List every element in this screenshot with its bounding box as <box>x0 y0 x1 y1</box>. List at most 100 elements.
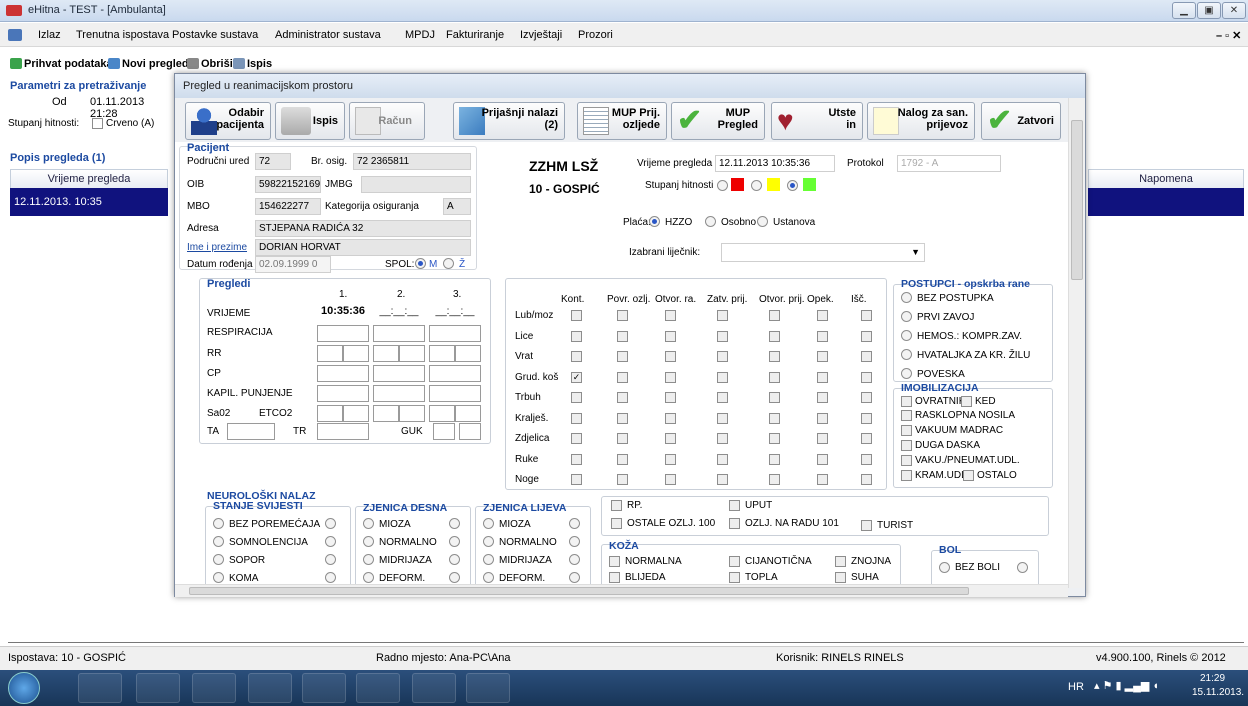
vital-cell[interactable] <box>455 345 481 362</box>
ambulance-icon[interactable] <box>466 673 510 703</box>
media-icon[interactable] <box>192 673 236 703</box>
ljecnik-select[interactable]: ▼ <box>721 243 925 262</box>
vital-cell[interactable] <box>429 365 481 382</box>
maximize-button[interactable]: ▣ <box>1197 2 1221 19</box>
tray-time[interactable]: 21:29 <box>1200 673 1225 684</box>
postupak-radio[interactable] <box>901 292 912 303</box>
placa-ustanova-radio[interactable] <box>757 216 768 227</box>
vrijeme-pregleda-field[interactable]: 12.11.2013 10:35:36 <box>715 155 835 172</box>
sa02-cell[interactable] <box>429 405 455 422</box>
tray-lang[interactable]: HR <box>1068 681 1084 693</box>
imob-checkbox[interactable] <box>901 410 912 421</box>
postupak-radio[interactable] <box>901 349 912 360</box>
ispis-button[interactable]: Ispis <box>275 102 345 140</box>
crveno-checkbox[interactable] <box>92 118 103 129</box>
ozljede-checkbox[interactable] <box>861 330 872 342</box>
vital-cell[interactable] <box>317 325 369 342</box>
tray-icons[interactable]: ▴ ⚑ ▮ ▂▄▆ ◖ <box>1094 679 1159 692</box>
imob-checkbox[interactable] <box>901 455 912 466</box>
ozljede-checkbox[interactable] <box>861 453 872 465</box>
koza-checkbox[interactable] <box>729 556 740 567</box>
lijeva-radio[interactable] <box>483 572 494 583</box>
imob-checkbox[interactable] <box>901 396 912 407</box>
vital-cell[interactable] <box>429 345 455 362</box>
hitnost-yellow-radio[interactable] <box>751 180 762 191</box>
ozljede-checkbox[interactable] <box>717 371 728 383</box>
od-input[interactable]: 01.11.2013 21:28 <box>90 96 174 120</box>
ozljede-checkbox[interactable] <box>717 474 728 485</box>
kategorija-field[interactable]: A <box>443 198 471 215</box>
ozljede-checkbox[interactable] <box>817 453 828 465</box>
ozljede-checkbox[interactable] <box>717 392 728 403</box>
ozljede-checkbox[interactable] <box>717 310 728 321</box>
vital-cell[interactable] <box>317 365 369 382</box>
ozljede-checkbox[interactable] <box>817 330 828 342</box>
tray-date[interactable]: 15.11.2013. <box>1192 687 1244 698</box>
ozljede-checkbox[interactable] <box>665 453 676 465</box>
ozljede-checkbox[interactable] <box>861 474 872 485</box>
ozljede-checkbox[interactable] <box>769 474 780 485</box>
ozljede-checkbox[interactable] <box>617 412 628 424</box>
vital-cell[interactable] <box>373 345 399 362</box>
podrucni-ured-field[interactable]: 72 <box>255 153 291 170</box>
postupak-radio[interactable] <box>901 311 912 322</box>
nalog-button[interactable]: Nalog za san. prijevoz <box>867 102 975 140</box>
chrome-icon[interactable] <box>248 673 292 703</box>
svijest-radio-2[interactable] <box>325 536 336 547</box>
sa02-cell[interactable] <box>317 405 343 422</box>
koza-checkbox[interactable] <box>835 572 846 583</box>
koza-checkbox[interactable] <box>729 572 740 583</box>
placa-hzzo-radio[interactable] <box>649 216 660 227</box>
desna-radio-2[interactable] <box>449 572 460 583</box>
novi-pregled-button[interactable]: Novi pregled <box>108 58 189 70</box>
ta-cell[interactable] <box>227 423 275 440</box>
koza-checkbox[interactable] <box>835 556 846 567</box>
ozljede-checkbox[interactable] <box>571 351 582 362</box>
desna-radio-2[interactable] <box>449 536 460 547</box>
ozljede-checkbox[interactable] <box>571 392 582 403</box>
utstein-button[interactable]: ♥ Utste in <box>771 102 863 140</box>
ozljede-checkbox[interactable] <box>817 412 828 424</box>
ozljede-checkbox[interactable] <box>769 433 780 444</box>
ozljede-checkbox[interactable] <box>665 371 676 383</box>
lijeva-radio-2[interactable] <box>569 518 580 529</box>
ozljede-checkbox[interactable] <box>817 351 828 362</box>
ozljede-checkbox[interactable] <box>665 433 676 444</box>
vital-cell[interactable] <box>373 365 425 382</box>
svijest-radio[interactable] <box>213 554 224 565</box>
tr-cell[interactable] <box>317 423 369 440</box>
ime-prezime-link[interactable]: Ime i prezime <box>187 242 247 253</box>
close-button[interactable]: ✕ <box>1222 2 1246 19</box>
vital-cell[interactable] <box>429 325 481 342</box>
ozljede-checkbox[interactable] <box>817 310 828 321</box>
ozljede-checkbox[interactable] <box>617 453 628 465</box>
ozljede-checkbox[interactable] <box>861 433 872 444</box>
explorer-icon[interactable] <box>136 673 180 703</box>
ozljede-checkbox[interactable] <box>571 474 582 485</box>
vrijeme-1[interactable]: 10:35:36 <box>317 304 369 321</box>
ozljede-checkbox[interactable] <box>571 412 582 424</box>
svijest-radio-2[interactable] <box>325 572 336 583</box>
mdi-controls[interactable]: – ▫ ✕ <box>1216 29 1241 42</box>
racun-button[interactable]: Račun <box>349 102 425 140</box>
lijeva-radio[interactable] <box>483 554 494 565</box>
mup-pregled-button[interactable]: ✔ MUP Pregled <box>671 102 765 140</box>
ozljede-checkbox[interactable] <box>571 330 582 342</box>
vital-cell[interactable] <box>373 325 425 342</box>
imob-checkbox[interactable] <box>901 425 912 436</box>
prijasnji-nalazi-button[interactable]: Prijašnji nalazi (2) <box>453 102 565 140</box>
jmbg-field[interactable] <box>361 176 471 193</box>
menu-fakturiranje[interactable]: Fakturiranje <box>446 29 504 41</box>
guk-cell[interactable] <box>459 423 481 440</box>
datum-field[interactable]: 02.09.1999 0 <box>255 256 331 273</box>
ostalo-checkbox[interactable] <box>729 500 740 511</box>
ozljede-checkbox[interactable] <box>571 433 582 444</box>
ozljede-checkbox[interactable] <box>861 412 872 424</box>
protokol-field[interactable]: 1792 - A <box>897 155 1001 172</box>
bol-radio[interactable] <box>939 562 950 573</box>
minimize-button[interactable]: ▁ <box>1172 2 1196 19</box>
etco2-cell[interactable] <box>399 405 425 422</box>
ozljede-checkbox[interactable] <box>861 392 872 403</box>
ozljede-checkbox[interactable] <box>861 310 872 321</box>
table-row-right[interactable] <box>1088 188 1244 216</box>
